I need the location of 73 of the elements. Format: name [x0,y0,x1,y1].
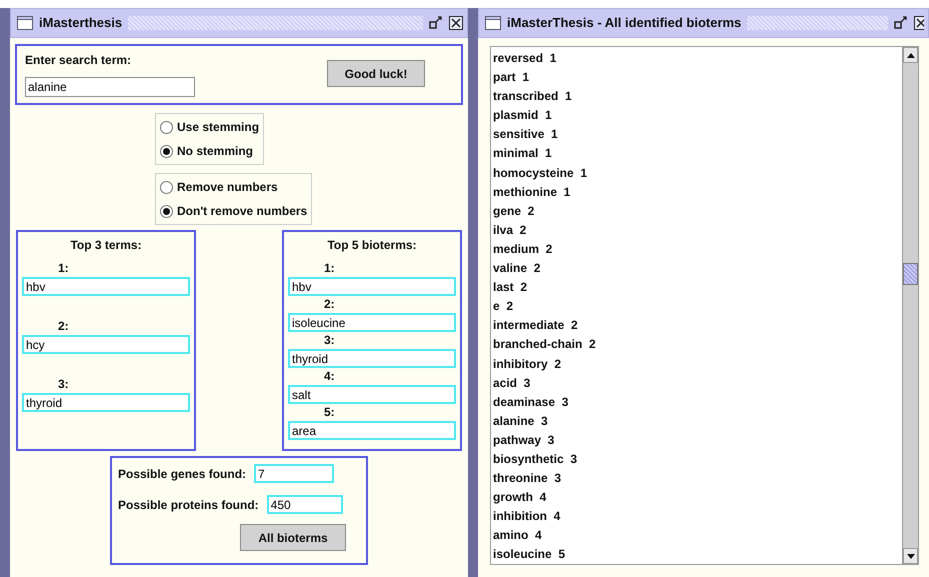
window-title: iMasterthesis [39,14,122,32]
list-item[interactable]: acid 3 [493,374,900,393]
radio-label[interactable]: No stemming [177,142,254,160]
restore-icon[interactable] [894,16,908,30]
rank-label: 5: [323,404,336,421]
window-title: iMasterThesis - All identified bioterms [507,14,742,32]
list-item[interactable]: methionine 1 [493,182,900,202]
result-field[interactable]: area [288,421,456,440]
rank-label: 1: [323,260,336,277]
list-item[interactable]: inhibitory 2 [493,354,900,374]
count-field[interactable]: 7 [254,464,334,483]
list-item[interactable]: homocysteine 1 [493,164,900,183]
count-label: Possible genes found: [118,466,246,482]
list-item[interactable]: branched-chain 2 [493,335,900,354]
all-bioterms-button[interactable]: All bioterms [240,524,346,551]
radio-label[interactable]: Use stemming [177,118,260,136]
list-item[interactable]: e 2 [493,297,900,316]
window-icon [485,16,501,30]
list-item[interactable]: pathway 3 [493,430,900,450]
search-field[interactable]: alanine [25,77,195,97]
result-field[interactable]: hbv [288,277,456,296]
result-field[interactable]: isoleucine [288,313,456,332]
scroll-thumb[interactable] [903,263,918,285]
list-item[interactable]: reversed 1 [493,49,900,68]
result-field[interactable]: hbv [22,277,190,296]
result-field[interactable]: hcy [22,335,190,354]
scroll-up-icon[interactable] [906,52,914,58]
result-field[interactable]: thyroid [288,349,456,368]
panel-title: Top 3 terms: [69,237,143,254]
result-field[interactable]: salt [288,385,456,404]
radio-button[interactable] [160,180,173,194]
rank-label: 4: [323,368,336,385]
restore-icon[interactable] [429,16,443,30]
list-item[interactable]: plasmid 1 [493,106,900,126]
radio-label[interactable]: Don't remove numbers [177,202,308,220]
count-field[interactable]: 450 [266,495,343,514]
close-icon[interactable] [449,16,463,30]
count-label: Possible proteins found: [118,496,259,514]
list-item[interactable]: transcribed 1 [493,87,900,106]
panel-title: Top 5 bioterms: [326,237,418,254]
list-item[interactable]: gene 2 [493,202,900,221]
list-item[interactable]: alanine 3 [493,412,900,431]
search-label: Enter search term: [25,52,132,69]
list-item[interactable]: medium 2 [493,240,900,260]
result-field[interactable]: thyroid [22,393,190,412]
list-item[interactable]: valine 2 [493,259,900,278]
list-item[interactable]: threonine 3 [493,469,900,488]
list-item[interactable]: deaminase 3 [493,392,900,412]
radio-button[interactable] [160,120,173,134]
close-icon[interactable] [914,16,924,30]
rank-label: 3: [57,376,70,393]
list-item[interactable]: inhibition 4 [493,507,900,526]
scroll-down-icon[interactable] [906,554,914,558]
list-item[interactable]: ilva 2 [493,220,900,240]
rank-label: 1: [57,260,70,277]
rank-label: 2: [57,318,70,335]
list-item[interactable]: growth 4 [493,488,900,508]
list-item[interactable]: sensitive 1 [493,125,900,144]
good-luck-button[interactable]: Good luck! [327,60,425,87]
list-item[interactable]: biosynthetic 3 [493,450,900,470]
list-item[interactable]: part 1 [493,68,900,88]
list-item[interactable]: minimal 1 [493,144,900,164]
scrollbar[interactable] [902,47,918,564]
list-item[interactable]: last 2 [493,278,900,298]
radio-button[interactable] [160,144,173,158]
radio-label[interactable]: Remove numbers [177,178,278,196]
rank-label: 2: [323,296,336,313]
list-item[interactable]: amino 4 [493,526,900,546]
rank-label: 3: [323,332,336,349]
list-item[interactable]: intermediate 2 [493,316,900,336]
window-icon [17,16,33,30]
list-item[interactable]: isoleucine 5 [493,545,900,565]
radio-button[interactable] [160,204,173,218]
